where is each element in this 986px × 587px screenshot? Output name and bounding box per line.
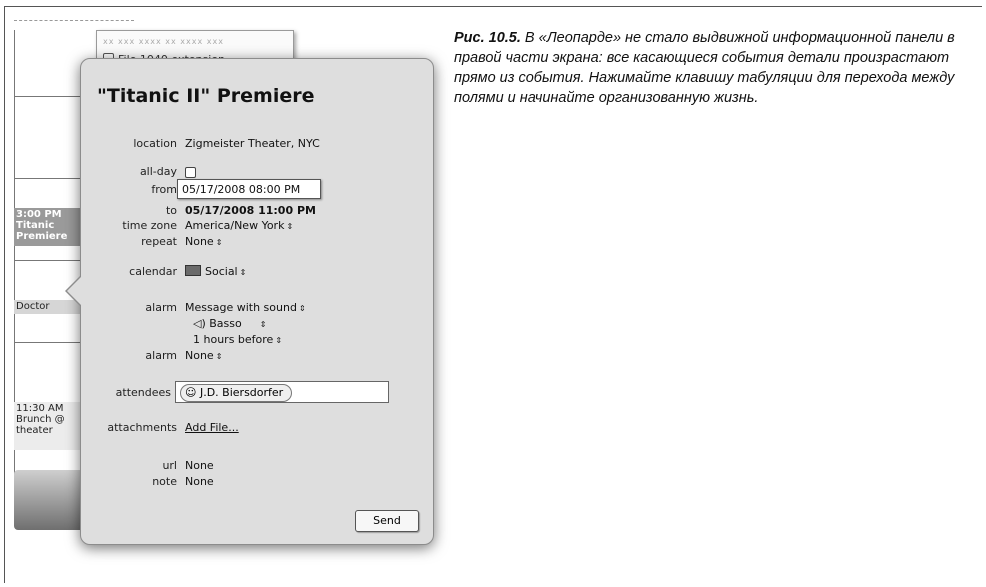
alarm-time-select[interactable]: 1 hours before ⇕: [193, 333, 282, 346]
updown-arrows-icon: ⇕: [286, 222, 294, 231]
allday-label: all-day: [139, 165, 177, 178]
caption-text: В «Леопарде» не стало выдвижной информац…: [454, 30, 955, 106]
updown-arrows-icon: ⇕: [239, 268, 247, 277]
event-name: Brunch @: [16, 414, 65, 425]
from-label: from: [151, 183, 177, 196]
attendee-name: J.D. Biersdorfer: [199, 386, 284, 399]
attendees-field[interactable]: ☺ J.D. Biersdorfer: [175, 381, 389, 403]
send-button[interactable]: Send: [355, 510, 419, 532]
updown-arrows-icon: ⇕: [298, 304, 306, 313]
timezone-label: time zone: [122, 219, 177, 232]
event-name: Premiere: [16, 231, 68, 242]
event-name: Titanic: [16, 220, 55, 231]
event-title[interactable]: "Titanic II" Premiere: [97, 85, 314, 107]
alarm-type-value: Message with sound: [185, 301, 297, 314]
updown-arrows-icon: ⇕: [215, 352, 223, 361]
repeat-label: repeat: [141, 235, 177, 248]
from-date-field[interactable]: 05/17/2008 08:00 PM: [177, 179, 321, 199]
popover-pointer: [67, 277, 81, 305]
updown-arrows-icon: ⇕: [259, 320, 267, 329]
figure-caption: Рис. 10.5. В «Леопарде» не стало выдвижн…: [454, 28, 974, 108]
attendee-token[interactable]: ☺ J.D. Biersdorfer: [180, 384, 293, 402]
event-time: 11:30 AM: [16, 403, 64, 414]
event-time: 3:00 PM: [16, 209, 62, 220]
alarm-label: alarm: [145, 349, 177, 362]
calendar-select[interactable]: Social ⇕: [185, 265, 246, 278]
allday-checkbox[interactable]: [185, 167, 196, 178]
calendar-value: Social: [205, 265, 238, 278]
alarm-select[interactable]: None ⇕: [185, 349, 222, 362]
alarm-label: alarm: [145, 301, 177, 314]
updown-arrows-icon: ⇕: [215, 238, 223, 247]
event-name: theater: [16, 425, 53, 436]
to-date-field[interactable]: 05/17/2008 11:00 PM: [185, 204, 316, 217]
alarm-value: None: [185, 349, 214, 362]
faint-text: xx xxx xxxx xx xxxx xxx: [103, 37, 224, 46]
calendar-event[interactable]: 11:30 AM Brunch @ theater: [14, 402, 86, 450]
note-field[interactable]: None: [185, 475, 214, 488]
updown-arrows-icon: ⇕: [275, 336, 283, 345]
note-label: note: [152, 475, 177, 488]
url-field[interactable]: None: [185, 459, 214, 472]
alarm-type-select[interactable]: Message with sound ⇕: [185, 301, 306, 314]
attachments-label: attachments: [107, 421, 177, 434]
attendees-label: attendees: [115, 386, 171, 399]
location-field[interactable]: Zigmeister Theater, NYC: [185, 137, 320, 150]
repeat-select[interactable]: None ⇕: [185, 235, 222, 248]
alarm-sound-value: Basso: [209, 317, 242, 330]
alarm-time-value: 1 hours before: [193, 333, 274, 346]
calendar-label: calendar: [129, 265, 177, 278]
speaker-icon: ◁): [193, 317, 206, 330]
person-icon: ☺: [185, 386, 197, 399]
url-label: url: [162, 459, 177, 472]
timezone-select[interactable]: America/New York ⇕: [185, 219, 293, 232]
event-info-popover: "Titanic II" Premiere location Zigmeiste…: [65, 58, 434, 545]
timezone-value: America/New York: [185, 219, 285, 232]
calendar-color-swatch: [185, 265, 201, 276]
alarm-sound-select[interactable]: ◁) Basso ⇕: [193, 317, 266, 330]
add-file-link[interactable]: Add File...: [185, 421, 239, 434]
repeat-value: None: [185, 235, 214, 248]
figure-label: Рис. 10.5.: [454, 30, 521, 46]
calendar-event[interactable]: 3:00 PM Titanic Premiere: [14, 208, 86, 246]
to-label: to: [165, 204, 177, 217]
location-label: location: [133, 137, 177, 150]
